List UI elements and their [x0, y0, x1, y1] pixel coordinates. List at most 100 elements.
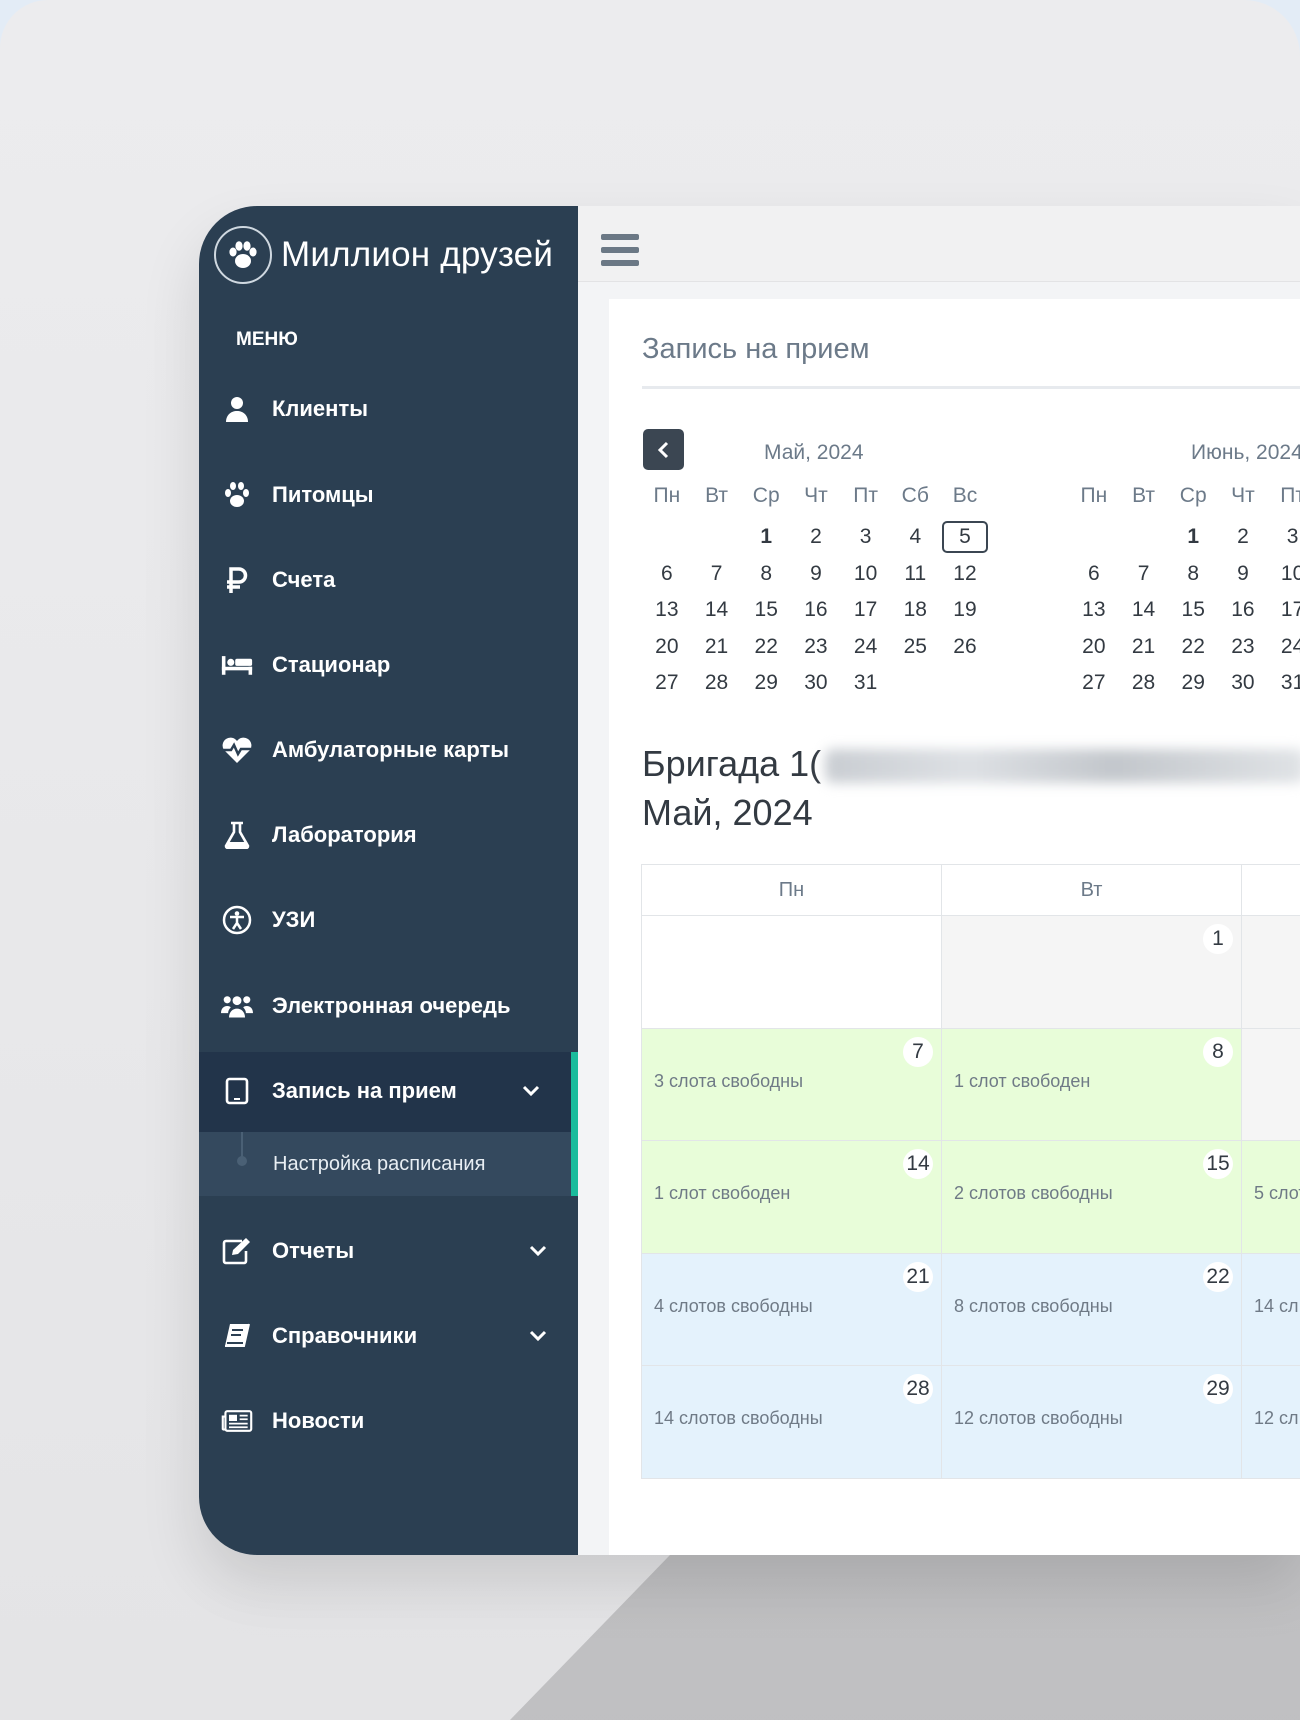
month-title: Май, 2024 — [642, 792, 813, 833]
sidebar-item-laboratory[interactable]: Лаборатория — [199, 805, 578, 865]
empty-day — [642, 519, 692, 556]
sidebar-item-ultrasound[interactable]: УЗИ — [199, 890, 578, 950]
page-title: Запись на прием — [642, 333, 870, 365]
calendar-day[interactable]: 21 — [692, 629, 742, 666]
sidebar-item-clients[interactable]: Клиенты — [199, 379, 578, 439]
calendar-day[interactable]: 19 — [940, 592, 990, 629]
calendar-day[interactable]: 13 — [642, 592, 692, 629]
sidebar-subitem-schedule-settings[interactable]: Настройка расписания — [199, 1132, 571, 1196]
calendar-day[interactable]: 25 — [890, 629, 940, 666]
sidebar-item-directories[interactable]: Справочники — [199, 1306, 578, 1366]
sidebar-item-accounts[interactable]: Счета — [199, 550, 578, 610]
calendar-day[interactable]: 10 — [1268, 556, 1300, 593]
app-window: Миллион друзей МЕНЮ Клиенты Питомцы Счет… — [199, 206, 1300, 1555]
month-calendar-day-cell[interactable]: 29 12 слотов свободны — [942, 1366, 1242, 1479]
paw-logo-icon — [214, 226, 272, 284]
calendar-day[interactable]: 16 — [791, 592, 841, 629]
calendar-day[interactable]: 9 — [1218, 556, 1268, 593]
calendar-day[interactable]: 30 — [791, 665, 841, 702]
calendar-day[interactable]: 4 — [890, 519, 940, 556]
calendar-day[interactable]: 16 — [1218, 592, 1268, 629]
calendar-day[interactable]: 24 — [841, 629, 891, 666]
sidebar-item-pets[interactable]: Питомцы — [199, 465, 578, 525]
month-calendar-day-cell[interactable]: 7 3 слота свободны — [642, 1028, 942, 1141]
sidebar-item-hospital[interactable]: Стационар — [199, 635, 578, 695]
main-panel: Запись на прием Май, 2024 Пн Вт Ср Чт Пт Сб Вс… — [609, 299, 1300, 1555]
calendar-day[interactable]: 11 — [890, 556, 940, 593]
sidebar-item-ambulatory-cards[interactable]: Амбулаторные карты — [199, 720, 578, 780]
calendar-day[interactable]: 17 — [1268, 592, 1300, 629]
month-calendar-day-cell[interactable]: 14 сл — [1242, 1253, 1300, 1366]
month-calendar-day-cell[interactable]: 28 14 слотов свободны — [642, 1366, 942, 1479]
calendar-day[interactable]: 20 — [1069, 629, 1119, 666]
brand[interactable]: Миллион друзей — [214, 226, 553, 284]
calendar-day[interactable]: 15 — [1168, 592, 1218, 629]
hamburger-menu-icon[interactable] — [601, 234, 639, 266]
calendar-day[interactable]: 7 — [692, 556, 742, 593]
calendar-day[interactable]: 14 — [1119, 592, 1169, 629]
calendar-day[interactable]: 8 — [1168, 556, 1218, 593]
calendar-day[interactable]: 29 — [741, 665, 791, 702]
sidebar-item-reports[interactable]: Отчеты — [199, 1221, 578, 1281]
calendar-day[interactable]: 9 — [791, 556, 841, 593]
calendar-day[interactable]: 27 — [642, 665, 692, 702]
calendar-day[interactable]: 28 — [692, 665, 742, 702]
calendar-day[interactable]: 8 — [741, 556, 791, 593]
weekday-label: Пн — [1080, 484, 1108, 507]
sidebar-item-news[interactable]: Новости — [199, 1391, 578, 1451]
calendar-day[interactable]: 27 — [1069, 665, 1119, 702]
calendar-day[interactable]: 1 — [741, 519, 791, 556]
newspaper-icon — [221, 1405, 253, 1437]
calendar-day[interactable]: 28 — [1119, 665, 1169, 702]
month-calendar-day-cell[interactable]: 14 1 слот свободен — [642, 1141, 942, 1254]
prev-month-button[interactable] — [643, 429, 684, 470]
calendar-day[interactable]: 23 — [791, 629, 841, 666]
calendar-day[interactable]: 2 — [1218, 519, 1268, 556]
empty-day — [1119, 519, 1169, 556]
calendar-day[interactable]: 13 — [1069, 592, 1119, 629]
calendar-day[interactable]: 20 — [642, 629, 692, 666]
calendar-day[interactable]: 6 — [1069, 556, 1119, 593]
user-icon — [221, 393, 253, 425]
month-calendar-day-cell[interactable]: 8 1 слот свободен — [942, 1028, 1242, 1141]
month-weekday-header: Вт — [942, 865, 1242, 915]
calendar-day[interactable]: 23 — [1218, 629, 1268, 666]
month-calendar-day-cell[interactable]: 5 слот — [1242, 1141, 1300, 1254]
weekday-label: Пт — [853, 484, 878, 507]
calendar-day[interactable]: 24 — [1268, 629, 1300, 666]
sidebar-item-label: Амбулаторные карты — [272, 737, 510, 762]
calendar-day[interactable]: 3 — [1268, 519, 1300, 556]
calendar-day-today[interactable]: 5 — [940, 519, 990, 556]
calendar-day[interactable]: 2 — [791, 519, 841, 556]
mini-calendar-grid: ПнВтСрЧтПт123678910131415161720212223242… — [1069, 479, 1300, 702]
calendar-day[interactable]: 29 — [1168, 665, 1218, 702]
calendar-day[interactable]: 12 — [940, 556, 990, 593]
sidebar-item-e-queue[interactable]: Электронная очередь — [199, 976, 578, 1036]
month-calendar-day-cell[interactable]: 22 8 слотов свободны — [942, 1253, 1242, 1366]
month-calendar-day-cell[interactable]: 15 2 слотов свободны — [942, 1141, 1242, 1254]
mini-calendar-title: Июнь, 2024 — [1191, 441, 1300, 464]
calendar-day[interactable]: 7 — [1119, 556, 1169, 593]
calendar-day[interactable]: 15 — [741, 592, 791, 629]
calendar-day[interactable]: 10 — [841, 556, 891, 593]
calendar-day[interactable]: 6 — [642, 556, 692, 593]
calendar-day[interactable]: 3 — [841, 519, 891, 556]
calendar-day[interactable]: 14 — [692, 592, 742, 629]
calendar-day[interactable]: 17 — [841, 592, 891, 629]
weekday-label: Пн — [653, 484, 681, 507]
calendar-day[interactable]: 22 — [741, 629, 791, 666]
calendar-day[interactable]: 31 — [1268, 665, 1300, 702]
calendar-day[interactable]: 1 — [1168, 519, 1218, 556]
calendar-day[interactable]: 31 — [841, 665, 891, 702]
calendar-day[interactable]: 21 — [1119, 629, 1169, 666]
calendar-day[interactable]: 26 — [940, 629, 990, 666]
sidebar-item-label: Новости — [272, 1408, 365, 1433]
sidebar-item-appointments[interactable]: Запись на прием — [199, 1061, 578, 1121]
free-slots-label: 4 слотов свободны — [654, 1295, 813, 1316]
month-calendar-day-cell[interactable]: 12 сл — [1242, 1366, 1300, 1479]
month-calendar-day-cell[interactable]: 21 4 слотов свободны — [642, 1253, 942, 1366]
book-icon — [221, 1320, 253, 1352]
calendar-day[interactable]: 22 — [1168, 629, 1218, 666]
calendar-day[interactable]: 18 — [890, 592, 940, 629]
calendar-day[interactable]: 30 — [1218, 665, 1268, 702]
